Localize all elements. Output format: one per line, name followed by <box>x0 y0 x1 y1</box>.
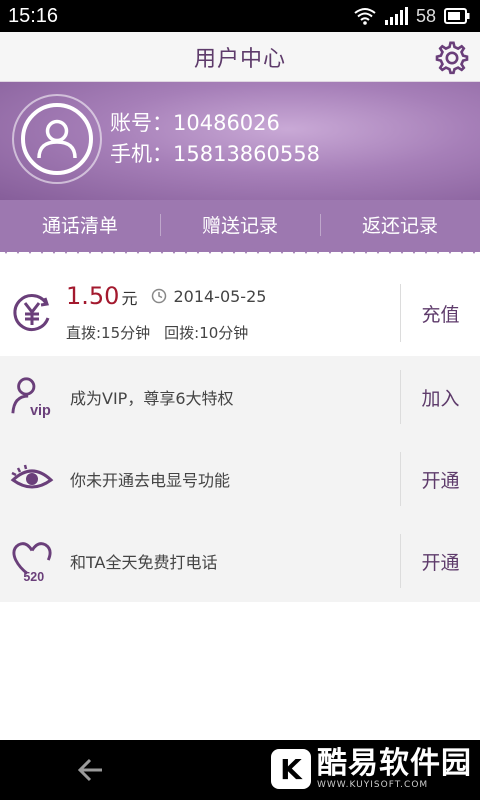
phone-row: 手机：15813860558 <box>110 139 320 170</box>
tab-label: 通话清单 <box>41 214 118 237</box>
status-icons: 58 <box>354 6 470 27</box>
vip-text: 成为VIP，尊享6大特权 <box>70 389 234 408</box>
heart-520-icon: 520 <box>10 539 54 584</box>
signal-icon <box>384 7 408 25</box>
vip-row[interactable]: vip 成为VIP，尊享6大特权 加入 <box>0 356 480 438</box>
zigzag-edge <box>0 244 480 254</box>
balance-summary: 1.50 元 2014-05-25 <box>66 282 266 310</box>
user-icon <box>37 119 77 159</box>
free-call-text: 和TA全天免费打电话 <box>70 553 218 572</box>
heart-icon-text: 520 <box>23 570 44 584</box>
avatar[interactable] <box>21 103 93 175</box>
balance-unit: 元 <box>121 289 138 308</box>
account-row: 账号：10486026 <box>110 108 320 139</box>
title-bar: 用户中心 <box>0 32 480 82</box>
account-number: 10486026 <box>173 111 280 135</box>
caller-id-text: 你未开通去电显号功能 <box>70 471 231 490</box>
callback-minutes: 回拨:10分钟 <box>164 324 249 342</box>
profile-header: 账号：10486026 手机：15813860558 <box>0 82 480 200</box>
date-text: 2014-05-25 <box>173 286 267 306</box>
watermark: K 酷易软件园 WWW.KUYISOFT.COM <box>271 748 472 790</box>
caller-id-row[interactable]: 你未开通去电显号功能 开通 <box>0 438 480 520</box>
free-call-row[interactable]: 520 和TA全天免费打电话 开通 <box>0 520 480 602</box>
settings-button[interactable] <box>434 40 470 76</box>
gear-icon <box>435 41 469 75</box>
account-label: 账号： <box>110 111 173 135</box>
vip-user-icon: vip <box>10 375 54 419</box>
phone-number: 15813860558 <box>173 142 320 166</box>
battery-level: 58 <box>415 5 436 26</box>
tab-label: 赠送记录 <box>201 214 278 237</box>
balance-amount: 1.50 <box>66 282 120 310</box>
eye-icon <box>10 457 54 501</box>
join-vip-button[interactable]: 加入 <box>400 370 480 424</box>
back-button[interactable] <box>72 754 112 786</box>
balance-row: 1.50 元 2014-05-25 直拨:15分钟 回拨:10分钟 充值 <box>0 270 480 356</box>
enable-free-call-button[interactable]: 开通 <box>400 534 480 588</box>
tab-label: 返还记录 <box>361 214 438 237</box>
direct-dial-minutes: 直拨:15分钟 <box>66 324 151 342</box>
watermark-text: 酷易软件园 <box>317 746 472 781</box>
phone-label: 手机： <box>110 142 173 166</box>
account-info: 账号：10486026 手机：15813860558 <box>110 108 320 170</box>
back-arrow-icon <box>77 758 102 782</box>
navigation-bar: K 酷易软件园 WWW.KUYISOFT.COM <box>0 740 480 800</box>
page-title: 用户中心 <box>193 46 286 72</box>
enable-caller-id-button[interactable]: 开通 <box>400 452 480 506</box>
battery-icon <box>444 8 470 24</box>
avatar-ring <box>12 94 102 184</box>
status-time: 15:16 <box>8 4 59 27</box>
status-bar: 15:16 58 <box>0 0 480 32</box>
yuan-icon <box>10 291 54 335</box>
vip-icon-text: vip <box>30 403 51 419</box>
balance-date: 2014-05-25 <box>151 287 266 306</box>
minutes-info: 直拨:15分钟 回拨:10分钟 <box>66 322 248 343</box>
recharge-button[interactable]: 充值 <box>400 284 480 342</box>
watermark-logo: K <box>271 749 311 789</box>
wifi-icon <box>354 8 376 25</box>
watermark-site: WWW.KUYISOFT.COM <box>317 780 429 790</box>
clock-icon <box>152 288 167 304</box>
